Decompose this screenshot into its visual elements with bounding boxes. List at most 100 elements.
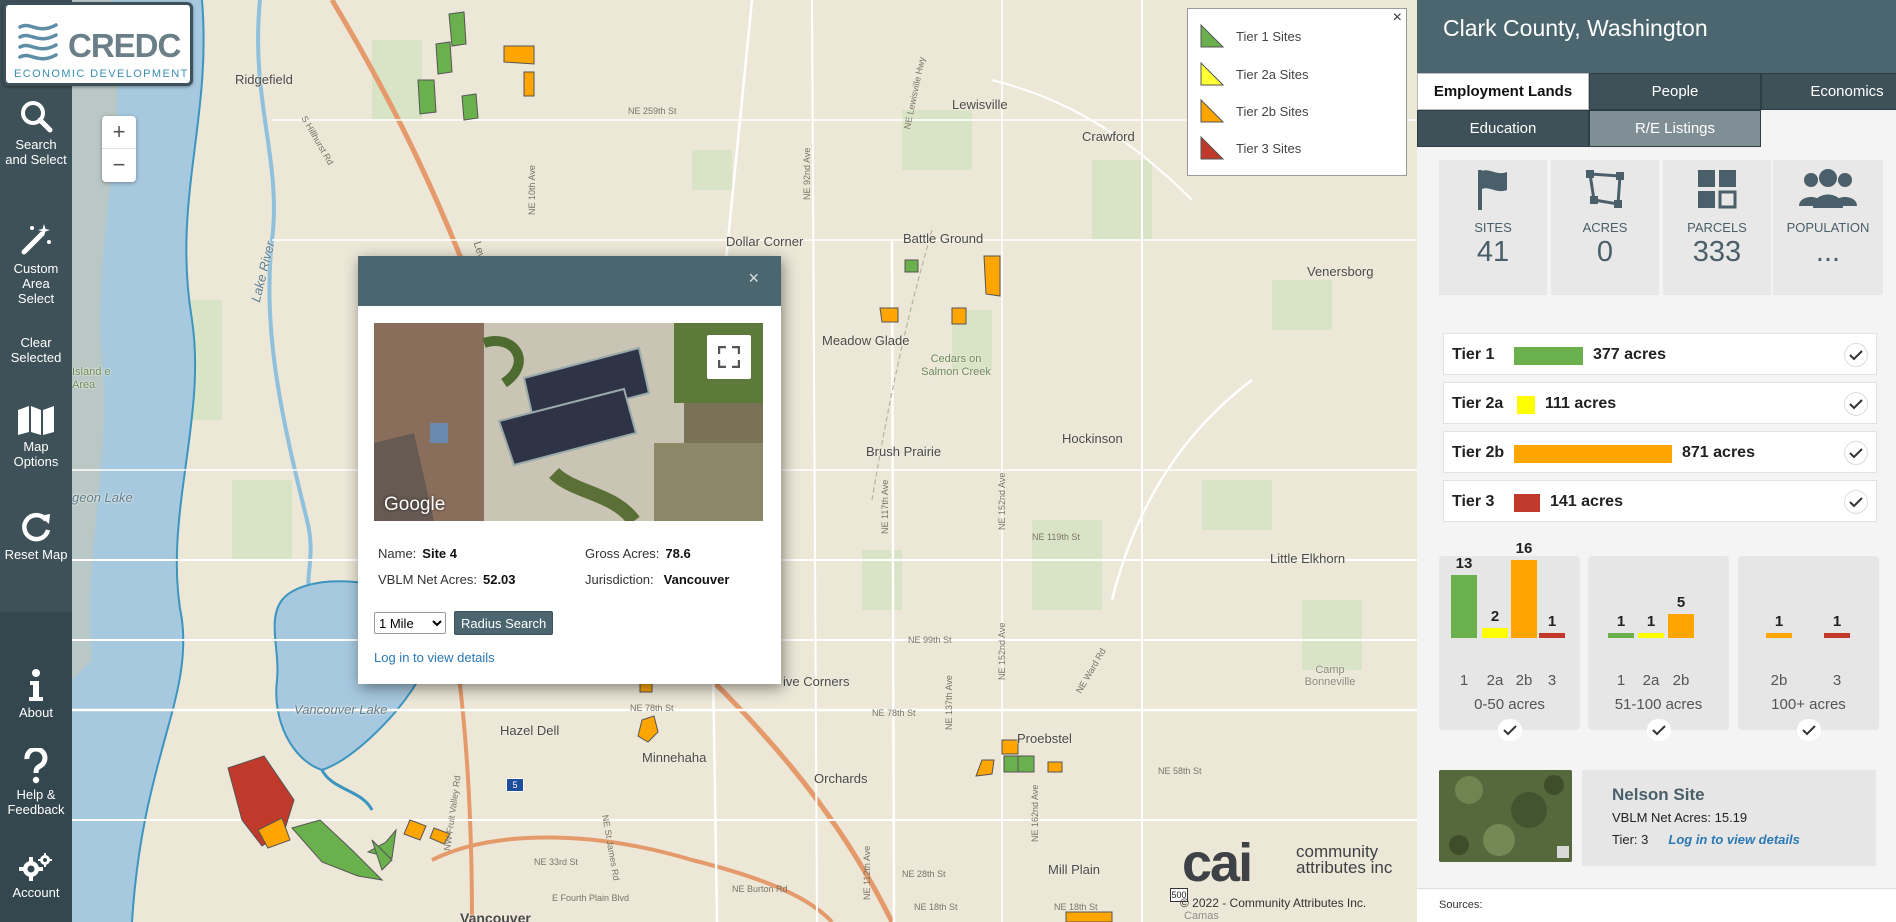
histogram-count: 1 bbox=[1774, 613, 1784, 630]
stat-sites: SITES 41 bbox=[1439, 160, 1547, 295]
histogram-card: 1 2b 1 3 100+ acres bbox=[1738, 556, 1879, 741]
popup-login-link[interactable]: Log in to view details bbox=[374, 650, 495, 665]
sources-footer: Sources: bbox=[1417, 888, 1896, 922]
help-feedback-button[interactable]: Help & Feedback bbox=[0, 748, 72, 817]
place-lewisville: Lewisville bbox=[952, 97, 1008, 112]
account-label: Account bbox=[12, 885, 60, 900]
histogram-toggle-check[interactable] bbox=[1646, 719, 1671, 741]
popup-close-button[interactable]: × bbox=[748, 268, 759, 289]
jurisdiction-label: Jurisdiction: bbox=[585, 572, 654, 587]
road-ne78: NE 78th St bbox=[630, 703, 674, 713]
zoom-control: + − bbox=[102, 116, 136, 182]
histogram-count: 2 bbox=[1490, 608, 1500, 625]
histogram-bar bbox=[1451, 575, 1477, 638]
clear-selected-button[interactable]: Clear Selected bbox=[0, 335, 72, 365]
tab-employment-lands[interactable]: Employment Lands bbox=[1417, 73, 1589, 110]
place-camp-bonneville: Camp Bonneville bbox=[1304, 664, 1356, 688]
aerial-photo bbox=[374, 323, 763, 521]
tier-toggle-check[interactable] bbox=[1844, 441, 1868, 465]
account-button[interactable]: Account bbox=[0, 852, 72, 900]
search-and-select-button[interactable]: Search and Select bbox=[0, 98, 72, 167]
popup-jurisdiction-field: Jurisdiction: Vancouver bbox=[585, 572, 729, 587]
zoom-in-button[interactable]: + bbox=[102, 116, 136, 149]
map-legend: × Tier 1 Sites Tier 2a Sites Tier 2b Sit… bbox=[1187, 8, 1407, 176]
histogram-count: 1 bbox=[1616, 613, 1626, 630]
gear-icon bbox=[19, 853, 52, 881]
help-feedback-label: Help & Feedback bbox=[7, 787, 65, 817]
place-meadow-glade: Meadow Glade bbox=[822, 333, 910, 348]
popup-header: × bbox=[358, 256, 781, 306]
place-sturgeon-lake: geon Lake bbox=[72, 490, 133, 505]
stat-acres-label: ACRES bbox=[1582, 220, 1628, 235]
legend-label-tier2b: Tier 2b Sites bbox=[1236, 103, 1309, 119]
place-venersborg: Venersborg bbox=[1307, 264, 1374, 279]
vblm-value: 52.03 bbox=[482, 572, 516, 587]
featured-site-image[interactable] bbox=[1439, 770, 1572, 862]
check-icon bbox=[1849, 497, 1863, 508]
about-button[interactable]: About bbox=[0, 668, 72, 720]
histogram-bar bbox=[1482, 628, 1508, 638]
tier-name: Tier 1 bbox=[1452, 346, 1495, 363]
check-icon bbox=[1502, 725, 1517, 736]
reset-map-button[interactable]: Reset Map bbox=[0, 510, 72, 562]
histogram-bar bbox=[1638, 633, 1664, 638]
place-ridgefield: Ridgefield bbox=[235, 72, 293, 87]
place-island-area: Island e Area bbox=[72, 366, 111, 391]
road-ne112: NE 112th Ave bbox=[862, 845, 872, 900]
credc-logo: CREDC ECONOMIC DEVELOPMENT bbox=[3, 2, 193, 86]
histogram-count: 1 bbox=[1547, 613, 1557, 630]
histogram-bar bbox=[1766, 633, 1792, 638]
place-mill-plain: Mill Plain bbox=[1048, 862, 1101, 877]
tier-toggle-check[interactable] bbox=[1844, 490, 1868, 514]
stat-parcels: PARCELS 333 bbox=[1663, 160, 1771, 295]
zoom-out-button[interactable]: − bbox=[102, 149, 136, 182]
site-popup: × Google Name: Site 4 Gross Acres: 78.6 VB… bbox=[358, 256, 781, 684]
radius-select[interactable]: 1 Mile bbox=[374, 612, 446, 634]
site-aerial-image[interactable]: Google bbox=[374, 323, 763, 521]
search-and-select-label: Search and Select bbox=[5, 137, 67, 167]
fullscreen-button[interactable] bbox=[707, 335, 751, 379]
tier-row[interactable]: Tier 2b 871 acres bbox=[1443, 431, 1877, 473]
featured-vblm: VBLM Net Acres: 15.19 bbox=[1612, 810, 1747, 825]
tier-name: Tier 2b bbox=[1452, 444, 1505, 461]
place-hazel-dell: Hazel Dell bbox=[500, 723, 560, 738]
copyright-text: © 2022 - Community Attributes Inc. bbox=[1180, 896, 1367, 910]
radius-search-button[interactable]: Radius Search bbox=[454, 611, 554, 635]
road-ne78w: NE 78th St bbox=[872, 708, 916, 718]
road-ne152b: NE 152nd Ave bbox=[997, 622, 1007, 680]
featured-tier-value: 3 bbox=[1641, 832, 1649, 847]
check-icon bbox=[1849, 399, 1863, 410]
parcels-grid-icon bbox=[1698, 170, 1737, 209]
road-ne117: NE 117th Ave bbox=[880, 479, 890, 534]
featured-login-link[interactable]: Log in to view details bbox=[1668, 832, 1799, 847]
histogram-tier-label: 3 bbox=[1832, 672, 1842, 689]
legend-close-button[interactable]: × bbox=[1393, 9, 1402, 27]
tab-re-listings[interactable]: R/E Listings bbox=[1589, 110, 1761, 147]
tier-toggle-check[interactable] bbox=[1844, 392, 1868, 416]
histogram-tier-label: 2b bbox=[1770, 672, 1788, 689]
tier2b-swatch-icon bbox=[1200, 99, 1224, 123]
histogram-toggle-check[interactable] bbox=[1497, 719, 1522, 741]
tab-economics[interactable]: Economics bbox=[1761, 73, 1896, 110]
histogram-toggle-check[interactable] bbox=[1796, 719, 1821, 741]
road-ne152: NE 152nd Ave bbox=[997, 472, 1007, 530]
histogram-count: 1 bbox=[1832, 613, 1842, 630]
tier-toggle-check[interactable] bbox=[1844, 343, 1868, 367]
legend-item-tier2a: Tier 2a Sites bbox=[1200, 61, 1309, 87]
name-value: Site 4 bbox=[422, 546, 457, 561]
tier-row[interactable]: Tier 2a 111 acres bbox=[1443, 382, 1877, 424]
tier1-swatch-icon bbox=[1200, 24, 1224, 48]
histogram-card: 13 1 2 2a 16 2b 1 3 0-50 acres bbox=[1439, 540, 1580, 741]
stat-sites-value: 41 bbox=[1476, 236, 1510, 268]
tab-people[interactable]: People bbox=[1589, 73, 1761, 110]
about-label: About bbox=[19, 705, 53, 720]
tier-row[interactable]: Tier 1 377 acres bbox=[1443, 333, 1877, 375]
map-icon bbox=[18, 406, 54, 435]
tier-row[interactable]: Tier 3 141 acres bbox=[1443, 480, 1877, 522]
polygon-icon bbox=[1586, 170, 1624, 208]
map-options-button[interactable]: Map Options bbox=[0, 404, 72, 469]
stat-acres: ACRES 0 bbox=[1551, 160, 1659, 295]
custom-area-select-button[interactable]: Custom Area Select bbox=[0, 222, 72, 306]
cai-wordmark: cai bbox=[1182, 833, 1253, 893]
tab-education[interactable]: Education bbox=[1417, 110, 1589, 147]
